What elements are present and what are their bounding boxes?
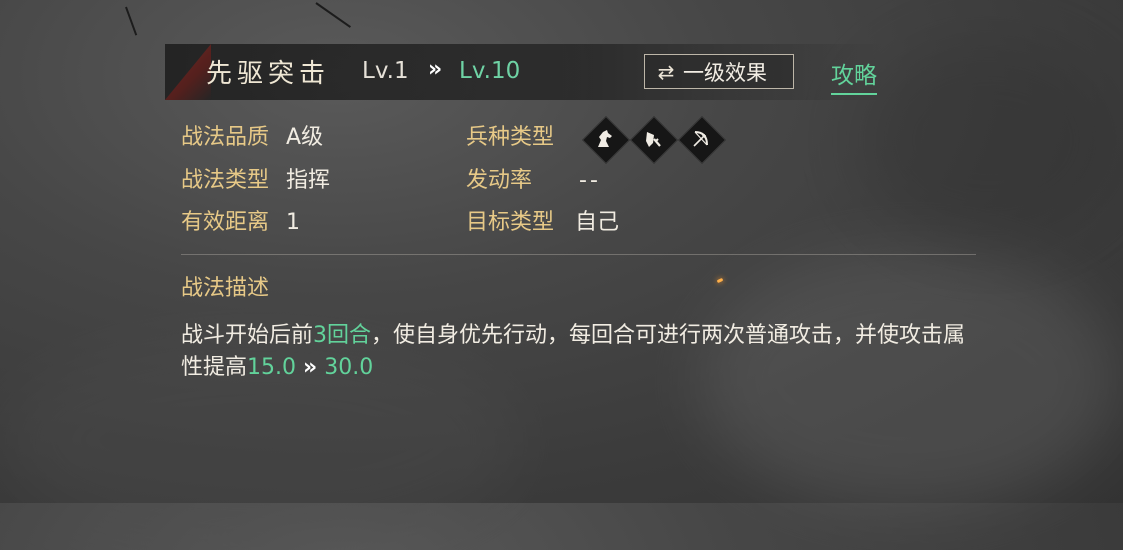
branch-decoration [315, 2, 351, 28]
effect-button-label: 一级效果 [683, 60, 767, 85]
value-arrow-icon: » [303, 355, 318, 380]
branch-decoration [125, 6, 138, 36]
description-title: 战法描述 [181, 276, 270, 301]
quality-label: 战法品质 [181, 125, 270, 150]
fog-layer [860, 40, 1120, 240]
type-row: 战法类型 指挥 [181, 166, 330, 196]
skill-name: 先驱突击 [206, 59, 331, 89]
trigger-row: 发动率 -- [466, 166, 601, 196]
range-label: 有效距离 [181, 210, 270, 235]
section-divider [181, 254, 976, 255]
cavalry-horse-icon[interactable] [581, 115, 631, 165]
value-lv10-highlight: 30.0 [324, 355, 374, 380]
quality-row: 战法品质 A级 [181, 123, 323, 153]
range-row: 有效距离 1 [181, 208, 300, 238]
value-lv1-highlight: 15.0 [247, 355, 296, 380]
level-current: Lv.1 [362, 58, 409, 84]
range-value: 1 [286, 210, 301, 235]
quality-value: A级 [286, 125, 324, 150]
target-value: 自己 [575, 210, 620, 235]
trigger-value: -- [579, 168, 601, 193]
type-value: 指挥 [286, 168, 331, 193]
troop-icon-list [581, 115, 727, 165]
troop-row: 兵种类型 [466, 123, 554, 153]
target-row: 目标类型 自己 [466, 208, 619, 238]
bow-archer-icon[interactable] [677, 115, 727, 165]
level-arrow-icon: » [428, 57, 443, 82]
level-effect-toggle-button[interactable]: ⇄ 一级效果 [644, 54, 794, 89]
shield-infantry-icon[interactable] [629, 115, 679, 165]
rounds-highlight: 3回合 [313, 323, 372, 348]
guide-link[interactable]: 攻略 [831, 56, 877, 95]
type-label: 战法类型 [181, 168, 270, 193]
swap-arrows-icon: ⇄ [657, 59, 675, 84]
description-part: 战斗开始后前 [181, 323, 314, 348]
description-text: 战斗开始后前3回合，使自身优先行动，每回合可进行两次普通攻击，并使攻击属性提高1… [181, 320, 981, 384]
level-max: Lv.10 [459, 58, 521, 84]
target-label: 目标类型 [466, 210, 555, 235]
ember-spark [716, 277, 724, 284]
troop-label: 兵种类型 [466, 125, 555, 150]
trigger-label: 发动率 [466, 168, 533, 193]
